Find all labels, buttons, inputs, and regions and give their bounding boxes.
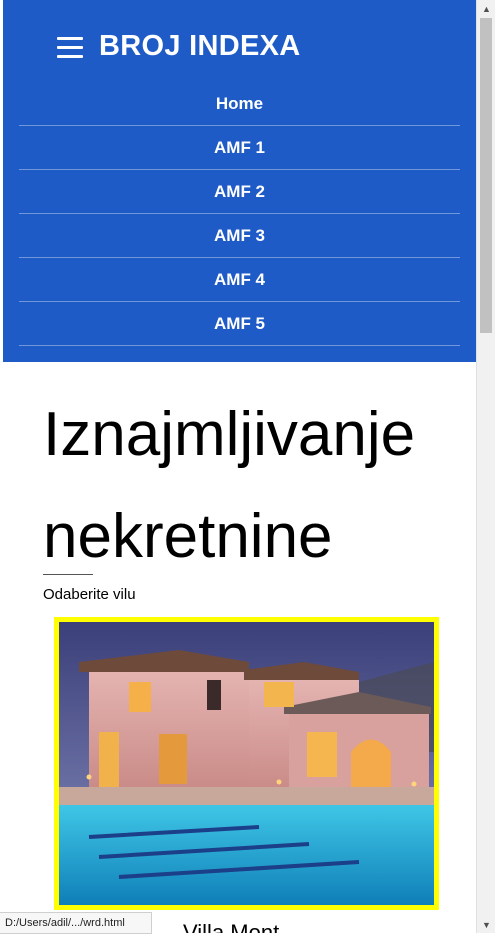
scroll-up-arrow-icon[interactable]: ▲	[477, 0, 495, 17]
villa-image[interactable]	[54, 617, 439, 910]
nav-item-home[interactable]: Home	[19, 82, 460, 126]
page-viewport: BROJ INDEXA Home AMF 1 AMF 2 AMF 3 AMF 4…	[3, 0, 476, 933]
scroll-down-arrow-icon[interactable]: ▼	[477, 916, 495, 933]
scroll-thumb[interactable]	[480, 18, 492, 333]
subtitle: Odaberite vilu	[43, 586, 136, 603]
brand-title[interactable]: BROJ INDEXA	[99, 30, 301, 63]
page-heading: Iznajmljivanje nekretnine	[43, 400, 416, 571]
status-bar-url: D:/Users/adil/.../wrd.html	[0, 912, 152, 934]
nav-item-amf-5[interactable]: AMF 5	[19, 302, 460, 346]
nav-item-amf-1[interactable]: AMF 1	[19, 126, 460, 170]
nav-menu: Home AMF 1 AMF 2 AMF 3 AMF 4 AMF 5	[19, 82, 460, 346]
nav-item-amf-4[interactable]: AMF 4	[19, 258, 460, 302]
menu-hamburger-icon[interactable]	[57, 37, 83, 59]
nav-item-amf-3[interactable]: AMF 3	[19, 214, 460, 258]
villa-photo-illustration	[59, 622, 434, 905]
villa-title: Villa Mont	[183, 920, 280, 933]
heading-divider	[43, 574, 93, 575]
navbar: BROJ INDEXA Home AMF 1 AMF 2 AMF 3 AMF 4…	[3, 0, 476, 362]
nav-item-amf-2[interactable]: AMF 2	[19, 170, 460, 214]
vertical-scrollbar[interactable]: ▲ ▼	[476, 0, 495, 933]
